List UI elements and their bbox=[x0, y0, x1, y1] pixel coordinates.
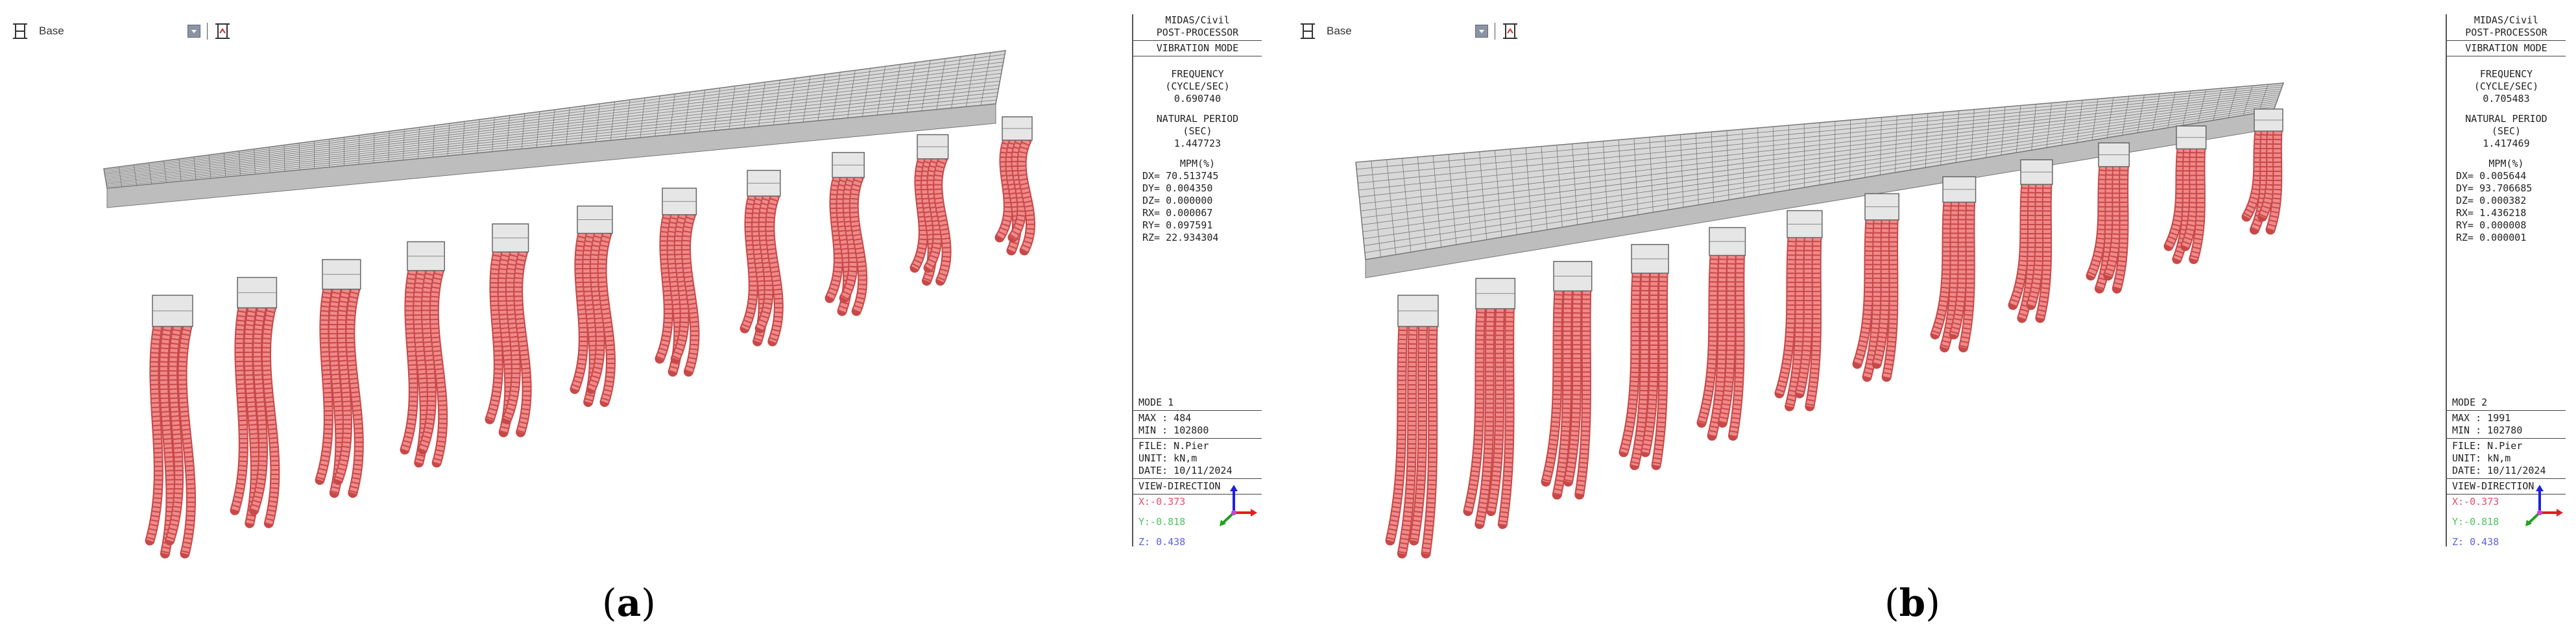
frequency-label: FREQUENCY bbox=[2479, 68, 2533, 80]
period-value: 1.417469 bbox=[2483, 138, 2530, 149]
level-dropdown-button[interactable] bbox=[187, 25, 200, 38]
divider bbox=[1133, 478, 1262, 479]
date-info: DATE: 10/11/2024 bbox=[2452, 465, 2546, 476]
period-value: 1.447723 bbox=[1174, 138, 1222, 149]
mpm-row: RY= 0.097591 bbox=[1142, 219, 1213, 231]
frequency-unit: (CYCLE/SEC) bbox=[2474, 80, 2539, 92]
min-value: MIN : 102780 bbox=[2452, 424, 2523, 436]
mpm-row: RX= 0.000067 bbox=[1142, 207, 1213, 219]
mpm-list: DX= 70.513745 DY= 0.004350 DZ= 0.000000 … bbox=[1133, 170, 1262, 244]
max-value: MAX : 484 bbox=[1138, 412, 1192, 424]
unit-info: UNIT: kN,m bbox=[1138, 452, 1198, 464]
level-dropdown-button[interactable] bbox=[1475, 25, 1488, 38]
toolbar-separator bbox=[206, 23, 208, 40]
file-name: FILE: N.Pier bbox=[2452, 440, 2523, 452]
period-unit: (SEC) bbox=[1183, 125, 1212, 137]
result-info-panel: MIDAS/Civil POST-PROCESSOR VIBRATION MOD… bbox=[2446, 14, 2566, 548]
mpm-row: RZ= 22.934304 bbox=[1142, 232, 1219, 243]
bridge-model-view bbox=[1355, 82, 2285, 559]
bridge-model-view bbox=[103, 50, 1035, 559]
frequency-unit: (CYCLE/SEC) bbox=[1165, 80, 1230, 92]
mpm-row: DY= 93.706685 bbox=[2456, 182, 2533, 194]
module-name: POST-PROCESSOR bbox=[1156, 27, 1239, 38]
result-info-panel: MIDAS/Civil POST-PROCESSOR VIBRATION MOD… bbox=[1132, 14, 1262, 548]
figure-caption-b: (b) bbox=[1884, 581, 1940, 625]
analysis-type: VIBRATION MODE bbox=[2465, 42, 2547, 54]
min-value: MIN : 102800 bbox=[1138, 424, 1209, 436]
period-label: NATURAL PERIOD bbox=[2465, 113, 2547, 125]
pile-group bbox=[145, 135, 1035, 559]
module-name: POST-PROCESSOR bbox=[2465, 27, 2547, 38]
max-value: MAX : 1991 bbox=[2452, 412, 2511, 424]
divider bbox=[2447, 40, 2566, 41]
level-icon[interactable] bbox=[1299, 21, 1316, 41]
mode-number: MODE 1 bbox=[1138, 397, 1174, 408]
axis-triad-icon bbox=[1220, 485, 1257, 526]
unit-info: UNIT: kN,m bbox=[2452, 452, 2511, 464]
mpm-row: DZ= 0.000382 bbox=[2456, 195, 2527, 206]
divider bbox=[1133, 40, 1262, 41]
model-viewport[interactable] bbox=[0, 0, 1132, 584]
frequency-value: 0.690740 bbox=[1174, 93, 1222, 104]
level-icon[interactable] bbox=[12, 21, 29, 41]
mpm-label: MPM(%) bbox=[2488, 158, 2524, 169]
axis-triad-icon bbox=[2525, 485, 2563, 526]
period-unit: (SEC) bbox=[2491, 125, 2522, 137]
period-label: NATURAL PERIOD bbox=[1156, 113, 1239, 125]
mpm-row: DY= 0.004350 bbox=[1142, 182, 1213, 194]
divider bbox=[2447, 438, 2566, 439]
mpm-list: DX= 0.005644 DY= 93.706685 DZ= 0.000382 … bbox=[2447, 170, 2566, 244]
divider bbox=[1133, 410, 1262, 411]
mpm-label: MPM(%) bbox=[1179, 158, 1216, 169]
base-level-label: Base bbox=[39, 25, 64, 37]
mpm-row: RY= 0.000008 bbox=[2456, 219, 2527, 231]
frequency-label: FREQUENCY bbox=[1171, 68, 1224, 80]
pile-shaft bbox=[486, 251, 502, 421]
level-settings-icon[interactable] bbox=[214, 21, 231, 41]
level-settings-icon[interactable] bbox=[1502, 21, 1519, 41]
analysis-type: VIBRATION MODE bbox=[1156, 42, 1239, 54]
panel-mode-2: Base MIDAS/Civil POST-PROCESSOR VIBRATIO… bbox=[1288, 0, 2576, 584]
divider bbox=[2447, 410, 2566, 411]
pile-shaft bbox=[571, 232, 587, 391]
pile-shaft bbox=[146, 326, 162, 542]
date-info: DATE: 10/11/2024 bbox=[1138, 465, 1233, 476]
mpm-row: DZ= 0.000000 bbox=[1142, 195, 1213, 206]
base-level-label: Base bbox=[1327, 25, 1352, 37]
divider bbox=[1133, 438, 1262, 439]
file-name: FILE: N.Pier bbox=[1138, 440, 1209, 452]
frequency-value: 0.705483 bbox=[2483, 93, 2530, 104]
figure-caption-a: (a) bbox=[602, 581, 656, 625]
mpm-row: DX= 0.005644 bbox=[2456, 170, 2527, 182]
view-toolbar: Base bbox=[1299, 18, 1519, 44]
program-name: MIDAS/Civil bbox=[1165, 14, 1230, 26]
panel-mode-1: Base MIDAS/Civil POST-PROCESSOR VIBRATIO… bbox=[0, 0, 1288, 584]
program-name: MIDAS/Civil bbox=[2474, 14, 2539, 26]
divider bbox=[2447, 478, 2566, 479]
view-z-value: Z: 0.438 bbox=[1138, 536, 1186, 548]
mpm-row: RX= 1.436218 bbox=[2456, 207, 2527, 219]
mpm-row: RZ= 0.000001 bbox=[2456, 232, 2527, 243]
mpm-row: DX= 70.513745 bbox=[1142, 170, 1219, 182]
view-z-value: Z: 0.438 bbox=[2452, 536, 2499, 548]
mode-number: MODE 2 bbox=[2452, 397, 2488, 408]
view-toolbar: Base bbox=[12, 18, 231, 44]
model-viewport[interactable] bbox=[1288, 0, 2420, 584]
